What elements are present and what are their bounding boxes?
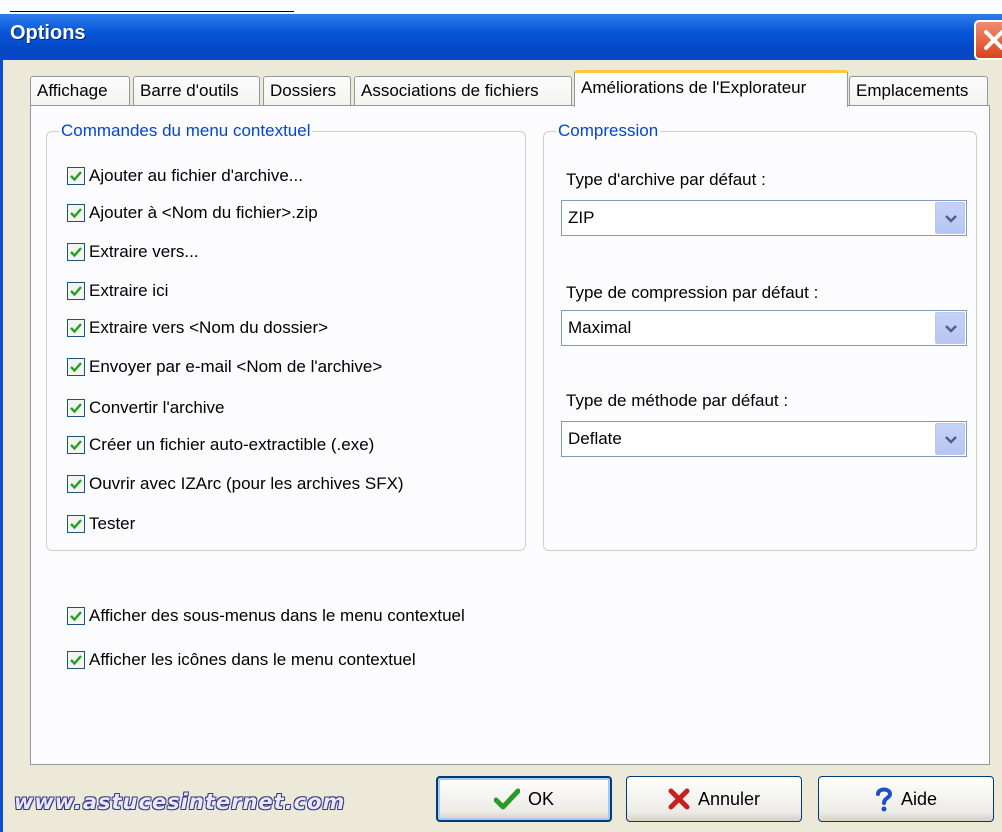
- close-icon: [984, 30, 1002, 50]
- dropdown-button[interactable]: [935, 202, 965, 234]
- checkmark-icon: [70, 171, 82, 182]
- help-icon: [875, 786, 893, 812]
- context-item-convert[interactable]: Convertir l'archive: [67, 396, 225, 420]
- checkbox-label: Extraire vers <Nom du dossier>: [89, 318, 329, 337]
- checkmark-icon: [70, 479, 82, 490]
- method-type-label: Type de méthode par défaut :: [566, 391, 789, 410]
- context-item-open-izarc[interactable]: Ouvrir avec IZArc (pour les archives SFX…: [67, 472, 404, 496]
- tab-emplacements[interactable]: Emplacements: [849, 76, 988, 106]
- checkmark-icon: [493, 788, 520, 810]
- checkbox-label: Afficher les icônes dans le menu context…: [89, 650, 416, 669]
- tab-ameliorations-explorateur[interactable]: Améliorations de l'Explorateur: [574, 70, 848, 107]
- context-item-extract-here[interactable]: Extraire ici: [67, 279, 168, 303]
- chevron-down-icon: [945, 436, 957, 444]
- archive-type-value: ZIP: [568, 208, 595, 227]
- checkmark-icon: [70, 362, 82, 373]
- ok-button-label: OK: [527, 788, 554, 809]
- checkmark-icon: [70, 247, 82, 258]
- compression-group-title: Compression: [556, 121, 661, 141]
- context-item-extract-folder[interactable]: Extraire vers <Nom du dossier>: [67, 316, 328, 340]
- context-item-email[interactable]: Envoyer par e-mail <Nom de l'archive>: [67, 355, 382, 379]
- checkbox-label: Afficher des sous-menus dans le menu con…: [89, 606, 465, 625]
- context-item-sfx[interactable]: Créer un fichier auto-extractible (.exe): [67, 433, 374, 457]
- archive-type-label: Type d'archive par défaut :: [566, 170, 766, 189]
- close-button[interactable]: [974, 20, 1002, 60]
- watermark: www.astucesinternet.com: [14, 790, 346, 814]
- tab-dossiers[interactable]: Dossiers: [263, 76, 351, 106]
- checkmark-icon: [70, 323, 82, 334]
- cancel-button[interactable]: Annuler: [626, 776, 802, 822]
- checkbox[interactable]: [67, 243, 85, 261]
- ok-button[interactable]: OK: [436, 776, 612, 822]
- compression-type-label: Type de compression par défaut :: [566, 283, 819, 302]
- checkbox[interactable]: [67, 358, 85, 376]
- checkbox[interactable]: [67, 475, 85, 493]
- tab-associations[interactable]: Associations de fichiers: [354, 76, 572, 106]
- checkbox[interactable]: [67, 167, 85, 185]
- checkmark-icon: [70, 655, 82, 666]
- chevron-down-icon: [945, 215, 957, 223]
- checkbox[interactable]: [67, 436, 85, 454]
- context-item-add-zip[interactable]: Ajouter à <Nom du fichier>.zip: [67, 201, 318, 225]
- chevron-down-icon: [945, 325, 957, 333]
- window-title: Options: [10, 22, 86, 44]
- checkbox[interactable]: [67, 319, 85, 337]
- checkbox-label: Tester: [89, 514, 136, 533]
- top-strip-underline: [10, 11, 294, 12]
- context-item-add-archive[interactable]: Ajouter au fichier d'archive...: [67, 164, 303, 188]
- checkbox-label: Extraire ici: [89, 281, 169, 300]
- cancel-x-icon: [668, 788, 690, 810]
- checkbox[interactable]: [67, 399, 85, 417]
- checkbox[interactable]: [67, 607, 85, 625]
- help-button[interactable]: Aide: [818, 776, 994, 822]
- checkmark-icon: [70, 440, 82, 451]
- checkbox-label: Extraire vers...: [89, 242, 199, 261]
- checkmark-icon: [70, 403, 82, 414]
- checkmark-icon: [70, 286, 82, 297]
- checkmark-icon: [70, 208, 82, 219]
- top-strip: [0, 0, 1002, 14]
- checkbox[interactable]: [67, 204, 85, 222]
- context-item-extract-to[interactable]: Extraire vers...: [67, 240, 199, 264]
- method-type-select[interactable]: Deflate: [561, 421, 967, 457]
- tab-barre-outils[interactable]: Barre d'outils: [133, 76, 260, 106]
- checkbox-label: Ouvrir avec IZArc (pour les archives SFX…: [89, 474, 404, 493]
- archive-type-select[interactable]: ZIP: [561, 200, 967, 236]
- checkbox-label: Convertir l'archive: [89, 398, 225, 417]
- compression-type-select[interactable]: Maximal: [561, 310, 967, 346]
- option-show-icons[interactable]: Afficher les icônes dans le menu context…: [67, 648, 416, 672]
- window-border: [0, 60, 3, 832]
- context-menu-group-title: Commandes du menu contextuel: [59, 121, 313, 141]
- cancel-button-label: Annuler: [697, 788, 761, 809]
- checkbox-label: Ajouter à <Nom du fichier>.zip: [89, 203, 318, 222]
- checkbox-label: Ajouter au fichier d'archive...: [89, 166, 303, 185]
- method-type-value: Deflate: [568, 429, 622, 448]
- option-show-submenus[interactable]: Afficher des sous-menus dans le menu con…: [67, 604, 465, 628]
- checkbox-label: Créer un fichier auto-extractible (.exe): [89, 435, 375, 454]
- tab-affichage[interactable]: Affichage: [30, 76, 130, 106]
- help-button-label: Aide: [900, 788, 938, 809]
- dropdown-button[interactable]: [935, 312, 965, 344]
- checkmark-icon: [70, 611, 82, 622]
- dropdown-button[interactable]: [935, 423, 965, 455]
- checkbox[interactable]: [67, 515, 85, 533]
- context-item-test[interactable]: Tester: [67, 512, 135, 536]
- checkbox-label: Envoyer par e-mail <Nom de l'archive>: [89, 357, 383, 376]
- checkbox[interactable]: [67, 282, 85, 300]
- compression-type-value: Maximal: [568, 318, 632, 337]
- checkbox[interactable]: [67, 651, 85, 669]
- checkmark-icon: [70, 519, 82, 530]
